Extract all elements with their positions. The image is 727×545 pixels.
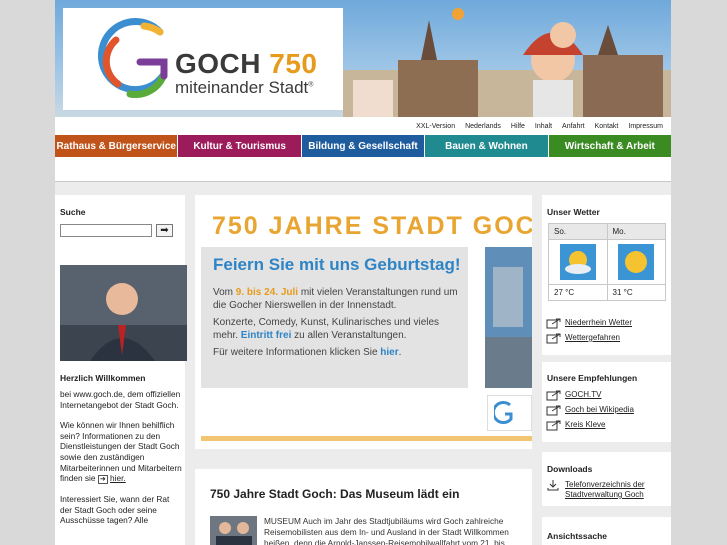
anniversary-banner[interactable]: 750 JAHRE STADT GOCH Feiern Sie mit uns …: [195, 195, 532, 449]
weather-temp: 27 °C: [554, 288, 575, 297]
nav-bildung[interactable]: Bildung & Gesellschaft: [301, 135, 426, 157]
header: GOCH 750 miteinander Stadt®: [55, 0, 671, 117]
weather-day-label: Mo.: [607, 224, 665, 240]
meta-nav: XXL-Version Nederlands Hilfe Inhalt Anfa…: [55, 117, 671, 135]
logo-subtitle: miteinander Stadt®: [175, 78, 314, 97]
weather-day-label: So.: [549, 224, 607, 240]
welcome-paragraph-council: Interessiert Sie, wann der Rat der Stadt…: [60, 494, 170, 526]
article-title[interactable]: 750 Jahre Stadt Goch: Das Museum lädt ei…: [210, 487, 459, 501]
external-link-icon: [546, 405, 561, 416]
welcome-text: bei www.goch.de, dem offiziellen Interne…: [60, 389, 182, 526]
services-link[interactable]: hier.: [110, 473, 126, 483]
weather-box: Unser Wetter So. 27 °C Mo. 31 °C Niederr…: [542, 195, 671, 355]
downloads-box: Downloads Telefonverzeichnis der Stadtve…: [542, 452, 671, 506]
banner-body: Vom 9. bis 24. Juli mit vielen Veranstal…: [213, 287, 458, 358]
meta-nav-xxl[interactable]: XXL-Version: [416, 123, 455, 130]
goch-tv-link[interactable]: GOCH.TV: [546, 390, 663, 401]
external-link-icon: [546, 390, 561, 401]
weather-day: So. 27 °C: [549, 224, 608, 300]
weather-temp: 31 °C: [612, 288, 633, 297]
telefonverzeichnis-link[interactable]: Telefonverzeichnis der Stadtverwaltung G…: [546, 480, 663, 500]
download-icon: [547, 480, 559, 491]
header-photo: [343, 8, 671, 117]
banner-stripe: [201, 436, 532, 441]
news-article: 750 Jahre Stadt Goch: Das Museum lädt ei…: [195, 469, 532, 545]
goch-g-small-icon: [491, 401, 513, 424]
meta-nav-inhalt[interactable]: Inhalt: [535, 123, 552, 130]
arrow-link-icon: ➜: [97, 475, 108, 485]
external-link-icon: [546, 318, 561, 329]
welcome-paragraph-services: Wie können wir Ihnen behilflich sein? In…: [60, 420, 182, 485]
weather-day: Mo. 31 °C: [607, 224, 665, 300]
banner-mini-logo: [487, 395, 532, 431]
search-button[interactable]: ➡: [156, 224, 173, 237]
niederrhein-wetter-link[interactable]: Niederrhein Wetter: [546, 318, 663, 329]
banner-headline: Feiern Sie mit uns Geburtstag!: [213, 255, 461, 274]
page: GOCH 750 miteinander Stadt® XXL-Version …: [55, 0, 672, 545]
meta-nav-anfahrt[interactable]: Anfahrt: [562, 123, 585, 130]
nav-kultur[interactable]: Kultur & Tourismus: [178, 135, 302, 157]
nav-bauen[interactable]: Bauen & Wohnen: [425, 135, 549, 157]
logo-title: GOCH 750: [175, 48, 318, 79]
welcome-title: Herzlich Willkommen: [60, 373, 146, 383]
logo[interactable]: GOCH 750 miteinander Stadt®: [63, 8, 343, 110]
article-thumbnail: [210, 516, 257, 545]
welcome-paragraph: bei www.goch.de, dem offiziellen Interne…: [60, 389, 181, 410]
meta-nav-nederlands[interactable]: Nederlands: [465, 123, 501, 130]
search-title: Suche: [60, 207, 86, 217]
weather-title: Unser Wetter: [547, 207, 600, 217]
arrow-right-icon: ➡: [160, 224, 169, 236]
nav-wirtschaft[interactable]: Wirtschaft & Arbeit: [548, 135, 672, 157]
banner-photo: [485, 247, 532, 388]
wettergefahren-link[interactable]: Wettergefahren: [546, 333, 663, 344]
article-text: MUSEUM Auch im Jahr des Stadtjubiläums w…: [264, 516, 509, 545]
banner-here-link[interactable]: hier: [380, 347, 398, 358]
main-nav: Rathaus & Bürgerservice Kultur & Tourism…: [55, 135, 672, 157]
nav-rathaus[interactable]: Rathaus & Bürgerservice: [55, 135, 179, 157]
meta-nav-kontakt[interactable]: Kontakt: [595, 123, 619, 130]
goch-g-logo-icon: [98, 18, 168, 98]
left-column: Suche ➡ Herzlich Willkommen bei www.goch…: [55, 195, 187, 545]
wikipedia-link[interactable]: Goch bei Wikipedia: [546, 405, 663, 416]
recommendations-title: Unsere Empfehlungen: [547, 373, 638, 383]
recommendations-box: Unsere Empfehlungen GOCH.TV Goch bei Wik…: [542, 362, 671, 442]
meta-nav-hilfe[interactable]: Hilfe: [511, 123, 525, 130]
weather-table: So. 27 °C Mo. 31 °C: [548, 223, 666, 301]
meta-nav-impressum[interactable]: Impressum: [628, 123, 663, 130]
contact-box: Ansichtssache: [542, 517, 671, 545]
downloads-title: Downloads: [547, 464, 593, 474]
sub-nav-bar: [55, 157, 671, 182]
contact-title: Ansichtssache: [547, 531, 607, 541]
kreis-kleve-link[interactable]: Kreis Kleve: [546, 420, 663, 431]
banner-title: 750 JAHRE STADT GOCH: [212, 212, 532, 240]
search-input[interactable]: [60, 224, 152, 237]
sun-icon: [618, 244, 655, 280]
mayor-portrait: [60, 265, 187, 361]
external-link-icon: [546, 333, 561, 344]
external-link-icon: [546, 420, 561, 431]
sun-cloud-icon: [559, 244, 596, 280]
